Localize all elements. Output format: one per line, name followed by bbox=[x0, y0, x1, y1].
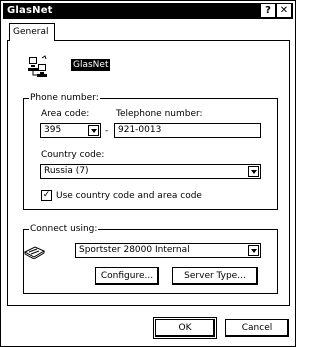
modem-select[interactable]: Sportster 28000 Internal bbox=[75, 243, 261, 258]
server-type-button[interactable]: Server Type... bbox=[172, 267, 258, 285]
connection-icon bbox=[28, 55, 47, 77]
title-bar: GlasNet ? ✕ bbox=[3, 3, 293, 19]
close-icon: ✕ bbox=[279, 4, 289, 16]
cancel-button[interactable]: Cancel bbox=[225, 319, 289, 337]
help-icon: ? bbox=[265, 4, 271, 16]
configure-button[interactable]: Configure... bbox=[95, 267, 159, 285]
cancel-button-label: Cancel bbox=[241, 323, 273, 333]
connect-using-group-label: Connect using: bbox=[29, 224, 99, 234]
ok-button-label: OK bbox=[178, 323, 192, 333]
area-code-combo[interactable]: 395 bbox=[40, 123, 101, 138]
tab-gap bbox=[10, 39, 54, 42]
country-code-select[interactable]: Russia (7) bbox=[40, 164, 261, 179]
telephone-number-value: 921-0013 bbox=[118, 125, 162, 135]
modem-icon bbox=[23, 246, 45, 259]
area-code-label: Area code: bbox=[41, 109, 90, 119]
chevron-down-icon[interactable] bbox=[248, 166, 259, 177]
country-code-label: Country code: bbox=[41, 150, 105, 160]
server-type-button-label: Server Type... bbox=[184, 271, 246, 281]
modem-value: Sportster 28000 Internal bbox=[79, 245, 190, 255]
area-code-separator: - bbox=[105, 126, 109, 136]
telephone-number-label: Telephone number: bbox=[116, 109, 203, 119]
connection-name[interactable]: GlasNet bbox=[71, 59, 111, 71]
ok-button[interactable]: OK bbox=[155, 319, 215, 337]
dialog-window: GlasNet ? ✕ General GlasNet Phone number… bbox=[0, 0, 296, 347]
use-country-code-checkbox[interactable]: ✓ bbox=[41, 190, 52, 201]
chevron-down-icon[interactable] bbox=[248, 245, 259, 256]
configure-button-label: Configure... bbox=[100, 271, 154, 281]
area-code-value: 395 bbox=[44, 125, 62, 135]
telephone-number-field[interactable]: 921-0013 bbox=[114, 123, 261, 138]
chevron-down-icon[interactable] bbox=[88, 125, 99, 136]
tab-label: General bbox=[13, 27, 49, 37]
use-country-code-label[interactable]: Use country code and area code bbox=[56, 191, 202, 201]
country-code-value: Russia (7) bbox=[44, 166, 89, 176]
phone-number-group-label: Phone number: bbox=[29, 93, 100, 103]
close-button[interactable]: ✕ bbox=[277, 4, 291, 17]
window-title: GlasNet bbox=[7, 5, 53, 16]
checkmark-icon: ✓ bbox=[42, 190, 51, 200]
help-button[interactable]: ? bbox=[261, 4, 275, 17]
